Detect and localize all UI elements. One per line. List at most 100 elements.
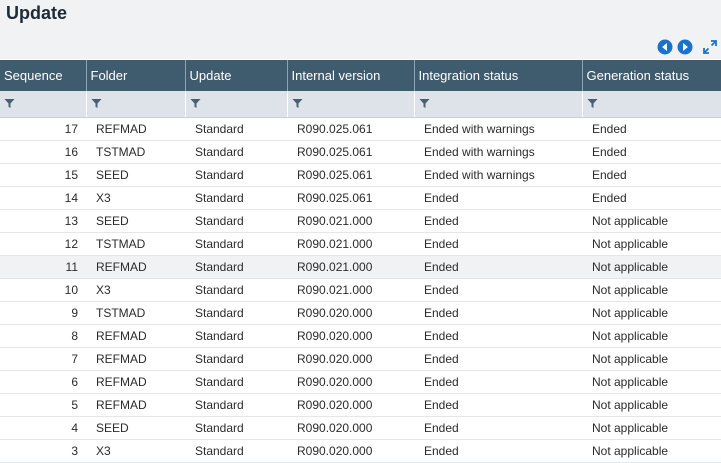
folder-cell: X3 xyxy=(86,439,185,463)
table-row[interactable]: 7 REFMAD Standard R090.020.000 Ended Not appl… xyxy=(0,347,721,371)
update-cell: Standard xyxy=(185,324,287,348)
internal-version-cell: R090.025.061 xyxy=(287,117,414,141)
integration-status-cell: Ended xyxy=(414,209,582,233)
folder-cell: SEED xyxy=(86,416,185,440)
table-row[interactable]: 15 SEED Standard R090.025.061 Ended with war… xyxy=(0,163,721,187)
sequence-cell: 11 xyxy=(0,255,86,279)
sequence-cell: 17 xyxy=(0,117,86,141)
update-cell: Standard xyxy=(185,301,287,325)
table-header-row: Sequence Folder Update Internal version … xyxy=(0,60,721,91)
folder-cell: REFMAD xyxy=(86,255,185,279)
integration-status-cell: Ended xyxy=(414,393,582,417)
update-cell: Standard xyxy=(185,347,287,371)
update-cell: Standard xyxy=(185,255,287,279)
internal-version-cell: R090.025.061 xyxy=(287,186,414,210)
folder-cell: TSTMAD xyxy=(86,140,185,164)
column-filter-cell[interactable] xyxy=(86,91,186,118)
table-row[interactable]: 3 X3 Standard R090.020.000 Ended Not applicab… xyxy=(0,439,721,463)
internal-version-cell: R090.020.000 xyxy=(287,416,414,440)
expand-icon[interactable] xyxy=(703,40,717,54)
table-row[interactable]: 11 REFMAD Standard R090.021.000 Ended Not app… xyxy=(0,255,721,279)
table-row[interactable]: 12 TSTMAD Standard R090.021.000 Ended Not app… xyxy=(0,232,721,256)
column-header-generation-status[interactable]: Generation status xyxy=(582,60,721,91)
update-cell: Standard xyxy=(185,232,287,256)
generation-status-cell: Not applicable xyxy=(582,209,721,233)
update-cell: Standard xyxy=(185,370,287,394)
table-row[interactable]: 9 TSTMAD Standard R090.020.000 Ended Not appl… xyxy=(0,301,721,325)
integration-status-cell: Ended xyxy=(414,439,582,463)
update-cell: Standard xyxy=(185,393,287,417)
folder-cell: SEED xyxy=(86,209,185,233)
page-title: Update xyxy=(6,3,68,23)
filter-icon[interactable] xyxy=(419,98,578,109)
integration-status-cell: Ended xyxy=(414,278,582,302)
internal-version-cell: R090.021.000 xyxy=(287,209,414,233)
filter-icon[interactable] xyxy=(190,98,283,109)
generation-status-cell: Not applicable xyxy=(582,232,721,256)
sequence-cell: 4 xyxy=(0,416,86,440)
folder-cell: X3 xyxy=(86,278,185,302)
generation-status-cell: Not applicable xyxy=(582,255,721,279)
update-table: Sequence Folder Update Internal version … xyxy=(0,60,721,463)
integration-status-cell: Ended with warnings xyxy=(414,140,582,164)
column-filter-cell[interactable] xyxy=(582,91,721,118)
sequence-cell: 16 xyxy=(0,140,86,164)
integration-status-cell: Ended xyxy=(414,186,582,210)
internal-version-cell: R090.020.000 xyxy=(287,393,414,417)
table-row[interactable]: 16 TSTMAD Standard R090.025.061 Ended with w… xyxy=(0,140,721,164)
filter-icon[interactable] xyxy=(587,98,717,109)
filter-icon[interactable] xyxy=(91,98,181,109)
update-cell: Standard xyxy=(185,163,287,187)
generation-status-cell: Ended xyxy=(582,140,721,164)
table-row[interactable]: 13 SEED Standard R090.021.000 Ended Not appli… xyxy=(0,209,721,233)
generation-status-cell: Ended xyxy=(582,163,721,187)
column-filter-cell[interactable] xyxy=(0,91,87,118)
sequence-cell: 15 xyxy=(0,163,86,187)
column-header-internal-version[interactable]: Internal version xyxy=(287,60,415,91)
sequence-cell: 12 xyxy=(0,232,86,256)
integration-status-cell: Ended xyxy=(414,370,582,394)
generation-status-cell: Not applicable xyxy=(582,439,721,463)
table-row[interactable]: 10 X3 Standard R090.021.000 Ended Not applica… xyxy=(0,278,721,302)
sequence-cell: 7 xyxy=(0,347,86,371)
table-row[interactable]: 5 REFMAD Standard R090.020.000 Ended Not appl… xyxy=(0,393,721,417)
internal-version-cell: R090.020.000 xyxy=(287,439,414,463)
internal-version-cell: R090.021.000 xyxy=(287,278,414,302)
filter-icon[interactable] xyxy=(292,98,410,109)
internal-version-cell: R090.025.061 xyxy=(287,163,414,187)
previous-page-icon[interactable] xyxy=(657,39,673,55)
column-header-update[interactable]: Update xyxy=(185,60,288,91)
page-header: Update xyxy=(0,0,721,59)
table-body: 17 REFMAD Standard R090.025.061 Ended with w… xyxy=(0,117,721,463)
integration-status-cell: Ended xyxy=(414,301,582,325)
table-toolbar xyxy=(657,39,717,55)
update-cell: Standard xyxy=(185,140,287,164)
internal-version-cell: R090.020.000 xyxy=(287,301,414,325)
table-row[interactable]: 4 SEED Standard R090.020.000 Ended Not applic… xyxy=(0,416,721,440)
table-row[interactable]: 14 X3 Standard R090.025.061 Ended Ended xyxy=(0,186,721,210)
table-row[interactable]: 8 REFMAD Standard R090.020.000 Ended Not appl… xyxy=(0,324,721,348)
column-filter-cell[interactable] xyxy=(414,91,583,118)
update-cell: Standard xyxy=(185,439,287,463)
column-header-folder[interactable]: Folder xyxy=(86,60,186,91)
generation-status-cell: Not applicable xyxy=(582,416,721,440)
sequence-cell: 6 xyxy=(0,370,86,394)
column-filter-cell[interactable] xyxy=(287,91,415,118)
folder-cell: SEED xyxy=(86,163,185,187)
folder-cell: REFMAD xyxy=(86,347,185,371)
column-header-sequence[interactable]: Sequence xyxy=(0,60,87,91)
update-cell: Standard xyxy=(185,209,287,233)
table-row[interactable]: 17 REFMAD Standard R090.025.061 Ended with w… xyxy=(0,117,721,141)
internal-version-cell: R090.025.061 xyxy=(287,140,414,164)
integration-status-cell: Ended xyxy=(414,416,582,440)
generation-status-cell: Not applicable xyxy=(582,278,721,302)
integration-status-cell: Ended xyxy=(414,347,582,371)
column-filter-cell[interactable] xyxy=(185,91,288,118)
table-row[interactable]: 6 REFMAD Standard R090.020.000 Ended Not appl… xyxy=(0,370,721,394)
next-page-icon[interactable] xyxy=(677,39,693,55)
update-cell: Standard xyxy=(185,117,287,141)
filter-icon[interactable] xyxy=(4,98,82,109)
column-header-integration-status[interactable]: Integration status xyxy=(414,60,583,91)
update-cell: Standard xyxy=(185,186,287,210)
sequence-cell: 13 xyxy=(0,209,86,233)
